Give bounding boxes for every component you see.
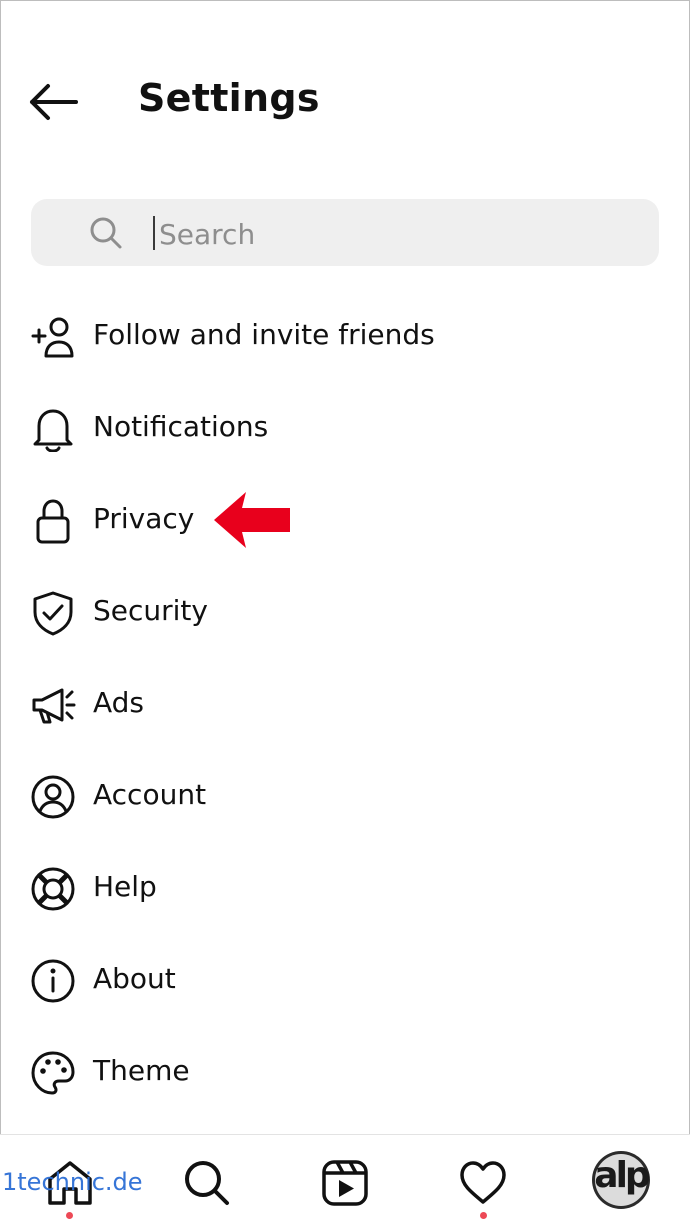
menu-item-label: Ads — [93, 686, 145, 719]
menu-item-account[interactable]: Account — [0, 750, 690, 842]
menu-item-label: Notifications — [93, 410, 269, 443]
header: Settings — [0, 60, 690, 144]
text-cursor — [153, 216, 155, 250]
menu-item-theme[interactable]: Theme — [0, 1026, 690, 1118]
add-person-icon — [31, 317, 74, 358]
menu-item-ads[interactable]: Ads — [0, 658, 690, 750]
menu-item-label: Theme — [93, 1054, 190, 1087]
menu-item-label: About — [93, 962, 176, 995]
lock-icon — [36, 499, 70, 544]
info-icon — [31, 959, 75, 1003]
menu-item-label: Security — [93, 594, 208, 627]
page-title: Settings — [138, 76, 320, 120]
search-icon — [90, 217, 122, 249]
watermark: 1technic.de — [2, 1168, 143, 1196]
menu-item-help[interactable]: Help — [0, 842, 690, 934]
menu-item-label: Account — [93, 778, 207, 811]
bell-icon — [33, 409, 73, 452]
menu-item-privacy[interactable]: Privacy — [0, 474, 690, 566]
menu-item-security[interactable]: Security — [0, 566, 690, 658]
lifebuoy-icon — [31, 867, 75, 911]
menu-item-about[interactable]: About — [0, 934, 690, 1026]
menu-item-label: Help — [93, 870, 157, 903]
red-arrow-icon — [214, 492, 290, 548]
megaphone-icon — [32, 688, 76, 724]
arrow-left-icon[interactable] — [28, 82, 80, 122]
activity-notification-dot — [480, 1212, 487, 1219]
home-notification-dot — [66, 1212, 73, 1219]
palette-icon — [31, 1051, 75, 1095]
reels-icon[interactable] — [319, 1157, 371, 1209]
menu-item-label: Privacy — [93, 502, 195, 535]
search-input[interactable] — [157, 211, 641, 257]
avatar-text: alp — [594, 1155, 650, 1196]
search-bar[interactable] — [31, 199, 659, 266]
heart-icon[interactable] — [457, 1157, 509, 1209]
menu-item-notifications[interactable]: Notifications — [0, 382, 690, 474]
profile-avatar[interactable]: alp — [592, 1151, 650, 1209]
search-icon[interactable] — [181, 1157, 233, 1209]
menu-item-follow-invite[interactable]: Follow and invite friends — [0, 290, 690, 382]
menu-item-label: Follow and invite friends — [93, 318, 435, 351]
user-circle-icon — [31, 775, 75, 819]
shield-check-icon — [33, 591, 73, 636]
